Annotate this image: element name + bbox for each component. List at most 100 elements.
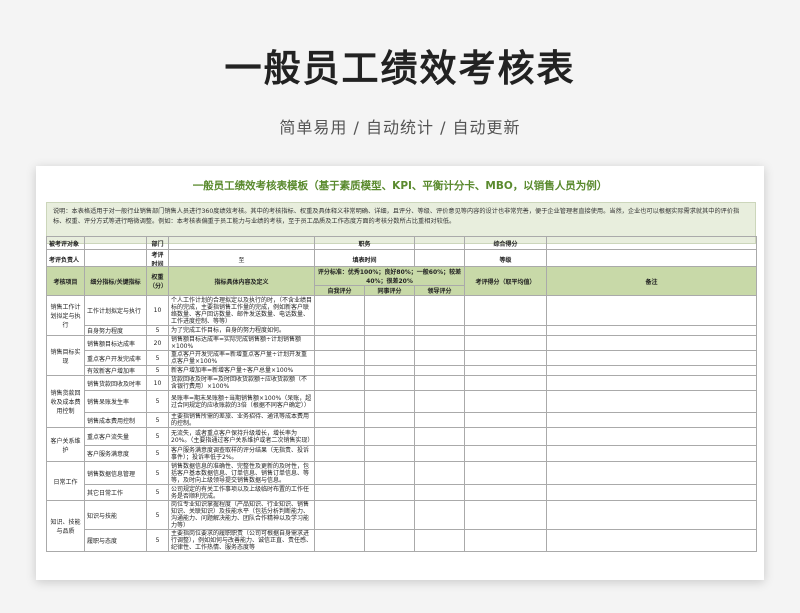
cell-avg-score[interactable] (464, 427, 548, 446)
cell-avg-score[interactable] (464, 529, 548, 552)
cell-avg-score[interactable] (464, 350, 548, 366)
cell-avg-score[interactable] (464, 445, 548, 462)
value-total-score[interactable] (546, 236, 758, 250)
cell-self-score[interactable] (314, 350, 365, 366)
table-row: 知识、技能与品质 知识与技能 5 岗位专业知识掌握程度（产品知识、行业知识、销售知识、… (46, 500, 758, 552)
cell-avg-score[interactable] (464, 365, 548, 376)
header-score: 考评得分（取平均值） (464, 266, 548, 296)
cell-desc: 主要指销售所需的差旅、业务招待、通讯等成本费用的控制。 (168, 412, 315, 428)
cell-peer-score[interactable] (364, 461, 415, 485)
label-total-score: 综合得分 (464, 236, 548, 250)
cell-self-score[interactable] (314, 365, 365, 376)
cell-remark[interactable] (546, 335, 758, 351)
cell-avg-score[interactable] (464, 484, 548, 501)
cell-lead-score[interactable] (413, 335, 466, 351)
cell-lead-score[interactable] (413, 500, 466, 530)
cell-self-score[interactable] (314, 427, 365, 446)
cell-peer-score[interactable] (364, 375, 415, 391)
cell-self-score[interactable] (314, 375, 365, 391)
cell-avg-score[interactable] (464, 412, 548, 428)
cell-remark[interactable] (546, 427, 758, 446)
cell-remark[interactable] (546, 325, 758, 336)
cell-self-score[interactable] (314, 412, 365, 428)
cell-avg-score[interactable] (464, 335, 548, 351)
cell-avg-score[interactable] (464, 500, 548, 530)
cell-remark[interactable] (546, 445, 758, 462)
cell-remark[interactable] (546, 461, 758, 485)
cell-sub: 重点客户开发完成率 (84, 350, 147, 366)
cell-self-score[interactable] (314, 500, 365, 530)
cell-lead-score[interactable] (413, 375, 466, 391)
cell-peer-score[interactable] (364, 295, 415, 326)
cell-weight: 5 (146, 325, 169, 336)
value-dept[interactable] (168, 236, 315, 250)
cell-desc: 公司规定的有关工作事项以及上级临时布置的工作任务是否顺利完成。 (168, 484, 315, 501)
cell-peer-score[interactable] (364, 365, 415, 376)
cell-peer-score[interactable] (364, 500, 415, 530)
cell-remark[interactable] (546, 375, 758, 391)
cell-lead-score[interactable] (413, 412, 466, 428)
cell-sub: 客户服务满意度 (84, 445, 147, 462)
cell-avg-score[interactable] (464, 390, 548, 413)
cell-self-score[interactable] (314, 390, 365, 413)
cell-lead-score[interactable] (413, 350, 466, 366)
cell-remark[interactable] (546, 295, 758, 326)
cell-self-score[interactable] (314, 484, 365, 501)
cell-lead-score[interactable] (413, 427, 466, 446)
cell-remark[interactable] (546, 484, 758, 501)
header-peer: 同事评分 (364, 285, 415, 296)
cell-lead-score[interactable] (413, 325, 466, 336)
cell-peer-score[interactable] (364, 445, 415, 462)
header-weight: 权重（分） (146, 266, 169, 296)
value-position[interactable] (414, 236, 466, 250)
cell-avg-score[interactable] (464, 461, 548, 485)
cell-peer-score[interactable] (364, 412, 415, 428)
cell-item: 知识、技能与品质 (46, 500, 85, 552)
cell-remark[interactable] (546, 365, 758, 376)
cell-self-score[interactable] (314, 295, 365, 326)
cell-remark[interactable] (546, 529, 758, 552)
cell-remark[interactable] (546, 350, 758, 366)
cell-remark[interactable] (546, 500, 758, 530)
cell-item: 销售货款回收及成本费用控制 (46, 375, 85, 428)
cell-peer-score[interactable] (364, 390, 415, 413)
cell-peer-score[interactable] (364, 335, 415, 351)
cell-self-score[interactable] (314, 325, 365, 336)
cell-lead-score[interactable] (413, 529, 466, 552)
cell-sub: 有效新客户增加率 (84, 365, 147, 376)
cell-peer-score[interactable] (364, 484, 415, 501)
cell-sub: 知识与技能 (84, 500, 147, 530)
cell-self-score[interactable] (314, 461, 365, 485)
cell-lead-score[interactable] (413, 461, 466, 485)
table-row: 销售工作计划拟定与执行 工作计划拟定与执行 10 个人工作计划的合理拟定以及执行的时，… (46, 295, 758, 336)
cell-self-score[interactable] (314, 529, 365, 552)
cell-weight: 5 (146, 427, 169, 446)
cell-peer-score[interactable] (364, 350, 415, 366)
cell-desc: 销售额目标达成率=实际完成销售额÷计划销售额×100% (168, 335, 315, 351)
table-row: 销售目标实现 销售额目标达成率 20 销售额目标达成率=实际完成销售额÷计划销售额×1… (46, 335, 758, 376)
header-desc: 指标具体内容及定义 (168, 266, 315, 296)
cell-avg-score[interactable] (464, 295, 548, 326)
cell-sub: 其它日常工作 (84, 484, 147, 501)
cell-lead-score[interactable] (413, 365, 466, 376)
cell-weight: 10 (146, 375, 169, 391)
cell-peer-score[interactable] (364, 427, 415, 446)
cell-lead-score[interactable] (413, 390, 466, 413)
cell-lead-score[interactable] (413, 484, 466, 501)
cell-avg-score[interactable] (464, 325, 548, 336)
assessment-table: 考核项目 细分指标/关键指标 权重（分） 指标具体内容及定义 评分标准：优秀10… (46, 266, 758, 552)
cell-sub: 销售货款回收及时率 (84, 375, 147, 391)
cell-self-score[interactable] (314, 445, 365, 462)
value-target[interactable] (84, 236, 147, 250)
cell-lead-score[interactable] (413, 445, 466, 462)
cell-self-score[interactable] (314, 335, 365, 351)
cell-peer-score[interactable] (364, 325, 415, 336)
cell-weight: 5 (146, 365, 169, 376)
cell-remark[interactable] (546, 390, 758, 413)
table-row: 客户关系维护 重点客户流失量 5 无流失，或者重点客户保持升级增长，增长率为20%。（… (46, 427, 758, 462)
cell-remark[interactable] (546, 412, 758, 428)
cell-avg-score[interactable] (464, 375, 548, 391)
cell-peer-score[interactable] (364, 529, 415, 552)
cell-lead-score[interactable] (413, 295, 466, 326)
cell-sub: 销售呆账发生率 (84, 390, 147, 413)
